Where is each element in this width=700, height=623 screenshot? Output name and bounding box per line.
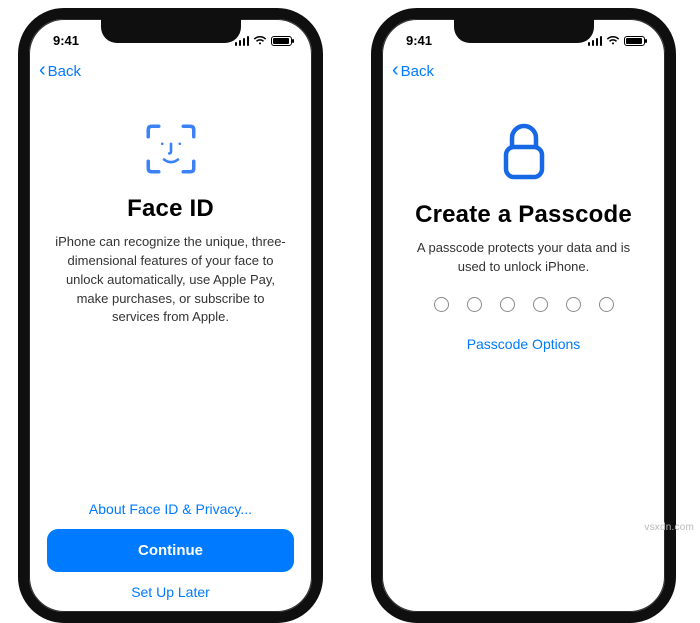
about-faceid-link[interactable]: About Face ID & Privacy... [89, 501, 252, 517]
back-label: Back [401, 63, 434, 80]
lock-icon [499, 121, 549, 183]
continue-button[interactable]: Continue [47, 529, 294, 572]
watermark: vsxdn.com [644, 522, 694, 533]
faceid-description: iPhone can recognize the unique, three-d… [51, 233, 290, 327]
passcode-content: Create a Passcode A passcode protects yo… [382, 85, 665, 354]
back-button[interactable]: ‹ Back [39, 62, 81, 80]
status-time: 9:41 [406, 33, 432, 48]
phone-passcode: 9:41 ‹ Back Create a Passcode A passcode [371, 8, 676, 623]
wifi-icon [606, 35, 620, 46]
faceid-icon [143, 121, 199, 177]
back-button[interactable]: ‹ Back [392, 62, 434, 80]
nav-bar: ‹ Back [29, 53, 312, 85]
faceid-title: Face ID [51, 195, 290, 223]
nav-bar: ‹ Back [382, 53, 665, 85]
chevron-left-icon: ‹ [392, 60, 399, 80]
notch [101, 19, 241, 43]
status-indicators [235, 35, 293, 46]
battery-icon [624, 36, 645, 46]
passcode-description: A passcode protects your data and is use… [404, 239, 643, 277]
passcode-input[interactable] [404, 297, 643, 312]
faceid-actions: About Face ID & Privacy... Continue Set … [29, 501, 312, 612]
passcode-dot [566, 297, 581, 312]
passcode-dot [467, 297, 482, 312]
passcode-dot [533, 297, 548, 312]
notch [454, 19, 594, 43]
status-indicators [588, 35, 646, 46]
faceid-content: Face ID iPhone can recognize the unique,… [29, 85, 312, 327]
passcode-dot [599, 297, 614, 312]
phone-faceid: 9:41 ‹ Back [18, 8, 323, 623]
status-time: 9:41 [53, 33, 79, 48]
passcode-dot [500, 297, 515, 312]
back-label: Back [48, 63, 81, 80]
setup-later-link[interactable]: Set Up Later [131, 584, 210, 604]
battery-icon [271, 36, 292, 46]
passcode-dot [434, 297, 449, 312]
wifi-icon [253, 35, 267, 46]
passcode-options-link[interactable]: Passcode Options [467, 336, 581, 352]
passcode-title: Create a Passcode [404, 201, 643, 229]
chevron-left-icon: ‹ [39, 60, 46, 80]
